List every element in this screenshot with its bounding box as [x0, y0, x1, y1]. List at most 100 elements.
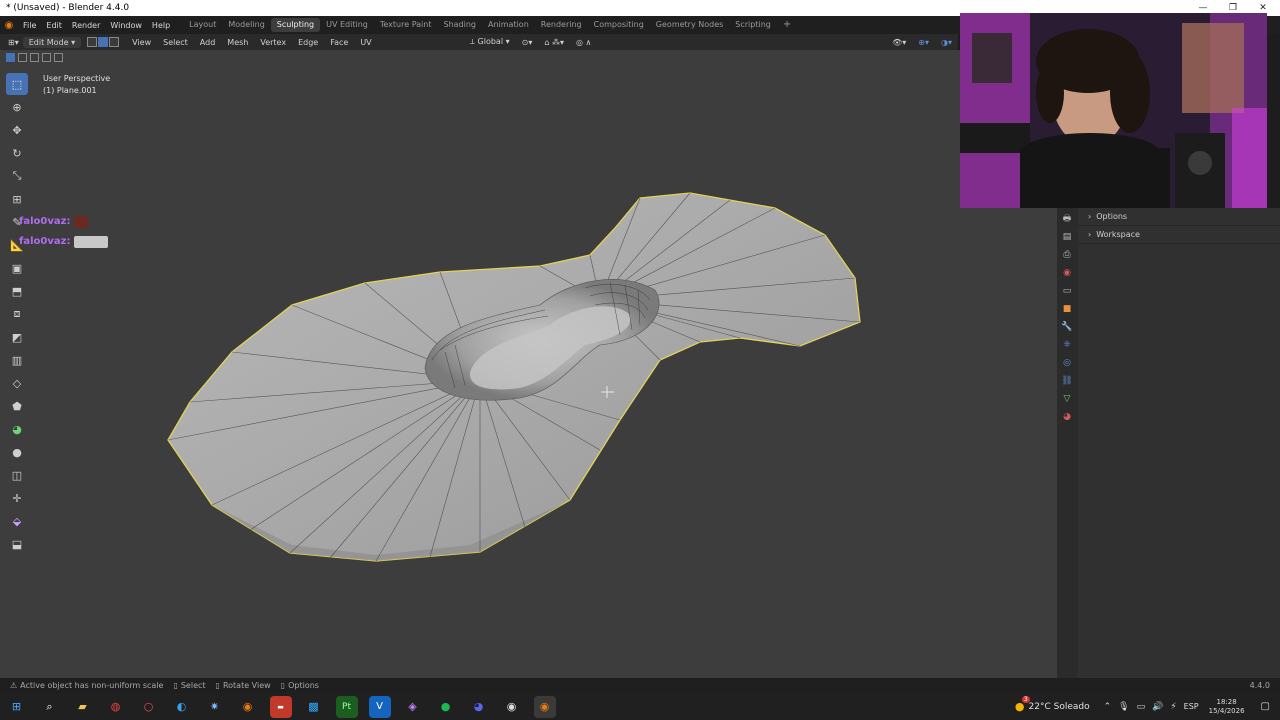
material-tab-icon[interactable]: ◕	[1059, 408, 1075, 426]
chrome-icon[interactable]: ◍	[105, 696, 127, 718]
add-workspace-icon[interactable]: +	[777, 18, 797, 32]
vertex-select-icon[interactable]	[87, 37, 98, 47]
tab-layout[interactable]: Layout	[183, 18, 222, 32]
header-menu-mesh[interactable]: Mesh	[221, 38, 254, 47]
face-select-icon[interactable]	[109, 37, 120, 47]
bluetooth-icon[interactable]: ⚡	[1170, 702, 1176, 712]
scale-tool-icon[interactable]: ⤡	[6, 165, 28, 187]
microphone-icon[interactable]: 🎙	[1118, 702, 1129, 712]
language-indicator[interactable]: ESP	[1184, 702, 1199, 711]
spotify-icon[interactable]: ●	[435, 696, 457, 718]
rotate-tool-icon[interactable]: ↻	[6, 142, 28, 164]
weather-text[interactable]: 22°C Soleado	[1029, 702, 1090, 712]
app-icon[interactable]: ✷	[204, 696, 226, 718]
network-icon[interactable]: ▭	[1137, 702, 1146, 712]
3d-viewport[interactable]	[0, 50, 1057, 678]
snap-icon[interactable]: ⌂ ⁂▾	[538, 38, 570, 47]
header-menu-add[interactable]: Add	[194, 38, 222, 47]
gizmo-icon[interactable]: ⊕▾	[912, 38, 935, 47]
select-intersect-mode-icon[interactable]	[54, 53, 63, 62]
tab-compositing[interactable]: Compositing	[588, 18, 650, 32]
header-menu-select[interactable]: Select	[157, 38, 194, 47]
notifications-icon[interactable]: ▢	[1261, 701, 1270, 712]
shear-tool-icon[interactable]: ⬙	[6, 510, 28, 532]
knife-tool-icon[interactable]: ◇	[6, 372, 28, 394]
data-tab-icon[interactable]: ▽	[1059, 390, 1075, 408]
inset-tool-icon[interactable]: ⧈	[6, 303, 28, 325]
physics-tab-icon[interactable]: ◎	[1059, 354, 1075, 372]
opera-icon[interactable]: ○	[138, 696, 160, 718]
tray-chevron-icon[interactable]: ⌃	[1104, 702, 1112, 712]
shrink-fatten-tool-icon[interactable]: ✛	[6, 487, 28, 509]
orientation-dropdown[interactable]: ⟂ Global ▾	[464, 37, 516, 47]
streaming-app-icon[interactable]: ▬	[269, 695, 292, 718]
world-tab-icon[interactable]: ▭	[1059, 282, 1075, 300]
menu-render[interactable]: Render	[67, 21, 105, 30]
render-tab-icon[interactable]: ▤	[1059, 228, 1075, 246]
object-tab-icon[interactable]: ■	[1059, 300, 1075, 318]
menu-window[interactable]: Window	[105, 21, 147, 30]
tool-tab-icon[interactable]: 🖶	[1059, 210, 1075, 228]
tab-texture-paint[interactable]: Texture Paint	[374, 18, 438, 32]
tab-geometry-nodes[interactable]: Geometry Nodes	[650, 18, 729, 32]
header-menu-uv[interactable]: UV	[354, 38, 377, 47]
clock[interactable]: 18:28 15/4/2026	[1209, 698, 1245, 716]
blender-logo-icon[interactable]: ◉	[0, 20, 18, 31]
edge-select-icon[interactable]	[98, 37, 109, 47]
rip-tool-icon[interactable]: ⬓	[6, 533, 28, 555]
tab-sculpting[interactable]: Sculpting	[270, 18, 321, 32]
volume-icon[interactable]: 🔊	[1152, 702, 1163, 712]
tab-uv-editing[interactable]: UV Editing	[320, 18, 374, 32]
app-icon[interactable]: ◈	[402, 696, 424, 718]
tab-rendering[interactable]: Rendering	[535, 18, 588, 32]
blender-active-icon[interactable]: ◉	[533, 695, 556, 718]
bevel-tool-icon[interactable]: ◩	[6, 326, 28, 348]
header-menu-view[interactable]: View	[126, 38, 157, 47]
output-tab-icon[interactable]: ⎙	[1059, 246, 1075, 264]
menu-help[interactable]: Help	[147, 21, 175, 30]
tab-modeling[interactable]: Modeling	[222, 18, 270, 32]
smooth-tool-icon[interactable]: ●	[6, 441, 28, 463]
tab-animation[interactable]: Animation	[482, 18, 535, 32]
header-menu-face[interactable]: Face	[324, 38, 354, 47]
blender-taskbar-icon[interactable]: ◉	[237, 696, 259, 718]
select-box-tool-icon[interactable]: ⬚	[6, 73, 28, 95]
select-subtract-mode-icon[interactable]	[30, 53, 39, 62]
visibility-icon[interactable]: 👁▾	[886, 38, 912, 47]
edge-slide-tool-icon[interactable]: ◫	[6, 464, 28, 486]
menu-file[interactable]: File	[18, 21, 41, 30]
move-tool-icon[interactable]: ✥	[6, 119, 28, 141]
weather-icon[interactable]: ● 3	[1015, 696, 1030, 713]
select-extend-mode-icon[interactable]	[18, 53, 27, 62]
loop-cut-tool-icon[interactable]: ▥	[6, 349, 28, 371]
options-panel-header[interactable]: › Options	[1078, 208, 1280, 226]
select-invert-mode-icon[interactable]	[42, 53, 51, 62]
cursor-tool-icon[interactable]: ⊕	[6, 96, 28, 118]
menu-edit[interactable]: Edit	[41, 21, 67, 30]
header-menu-vertex[interactable]: Vertex	[254, 38, 292, 47]
particles-tab-icon[interactable]: ⁜	[1059, 336, 1075, 354]
workspace-panel-header[interactable]: › Workspace	[1078, 226, 1280, 244]
edge-icon[interactable]: ◐	[171, 696, 193, 718]
extrude-tool-icon[interactable]: ⬒	[6, 280, 28, 302]
modifier-tab-icon[interactable]: 🔧	[1059, 318, 1075, 336]
editor-type-icon[interactable]: ⊞▾	[0, 38, 23, 47]
tab-scripting[interactable]: Scripting	[729, 18, 777, 32]
file-explorer-icon[interactable]: ▰	[72, 696, 94, 718]
overlay-icon[interactable]: ◑▾	[935, 38, 958, 47]
add-cube-tool-icon[interactable]: ▣	[6, 257, 28, 279]
painter-icon[interactable]: Pt	[335, 695, 358, 718]
obs-icon[interactable]: ◉	[501, 696, 523, 718]
windows-start-icon[interactable]: ⊞	[6, 696, 28, 718]
pivot-icon[interactable]: ⊙▾	[516, 38, 539, 47]
vscode-icon[interactable]: V	[368, 695, 391, 718]
constraints-tab-icon[interactable]: ⛓	[1059, 372, 1075, 390]
proportional-edit-icon[interactable]: ◎ ∧	[570, 38, 597, 47]
scene-tab-icon[interactable]: ◉	[1059, 264, 1075, 282]
discord-icon[interactable]: ◕	[468, 696, 490, 718]
header-menu-edge[interactable]: Edge	[292, 38, 324, 47]
mode-dropdown[interactable]: Edit Mode ▾	[22, 36, 82, 48]
transform-tool-icon[interactable]: ⊞	[6, 188, 28, 210]
search-icon[interactable]: ⌕	[39, 696, 61, 718]
poly-build-tool-icon[interactable]: ⬟	[6, 395, 28, 417]
